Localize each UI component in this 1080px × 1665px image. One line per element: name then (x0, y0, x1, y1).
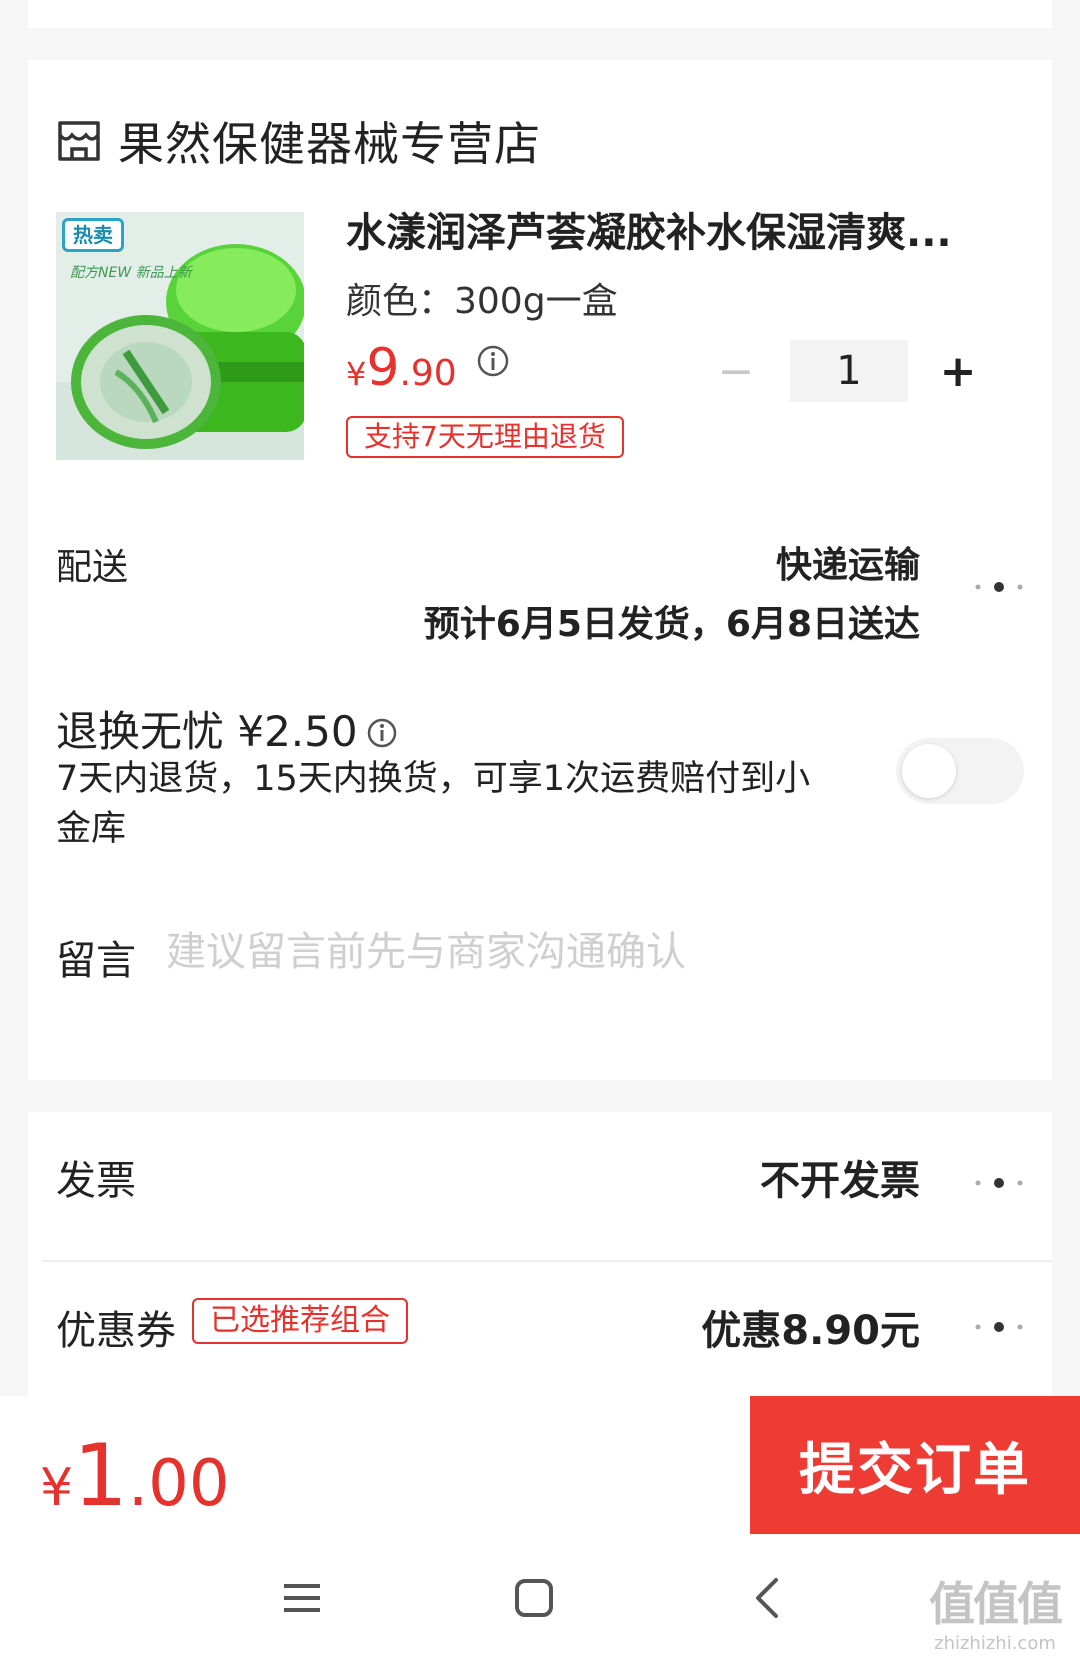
more-dots-icon[interactable] (974, 1176, 1024, 1190)
divider (42, 1260, 1052, 1262)
coupon-value[interactable]: 优惠8.90元 (701, 1298, 920, 1356)
price-integer: 9 (366, 338, 400, 398)
order-card: 果然保健器械专营店 热卖 配方NEW 新品上新 水漾润泽芦荟凝胶补水保湿清爽..… (28, 60, 1052, 1080)
total-integer: 1 (73, 1426, 128, 1526)
price-decimal: .90 (399, 353, 457, 394)
return-insurance-label: 退换无忧 ¥2.50 (56, 707, 358, 756)
total-price: ¥ 1 .00 (40, 1426, 230, 1526)
more-dots-icon[interactable] (974, 1320, 1024, 1334)
message-input[interactable] (166, 922, 966, 982)
invoice-value[interactable]: 不开发票 (760, 1148, 920, 1206)
product-image[interactable]: 热卖 配方NEW 新品上新 (56, 212, 304, 460)
invoice-label: 发票 (56, 1158, 136, 1204)
product-price: ¥ 9 .90 (346, 338, 457, 398)
previous-card-strip (28, 0, 1052, 28)
submit-order-button[interactable]: 提交订单 (750, 1396, 1080, 1534)
decrease-quantity-button[interactable]: − (708, 346, 764, 397)
product-title[interactable]: 水漾润泽芦荟凝胶补水保湿清爽... (346, 200, 1046, 258)
store-header[interactable]: 果然保健器械专营店 (56, 108, 541, 174)
delivery-label: 配送 (56, 547, 129, 588)
increase-quantity-button[interactable]: + (930, 346, 986, 397)
more-dots-icon[interactable] (974, 580, 1024, 594)
hot-sale-tag: 热卖 (62, 218, 124, 252)
coupon-label: 优惠券 (56, 1308, 176, 1354)
price-currency: ¥ (346, 355, 367, 393)
quantity-stepper: − 1 + (708, 340, 986, 402)
coupon-selected-badge: 已选推荐组合 (192, 1298, 408, 1344)
invoice-coupon-card: 发票 不开发票 优惠券 已选推荐组合 优惠8.90元 (28, 1112, 1052, 1412)
price-info-icon[interactable] (476, 344, 510, 378)
return-insurance-description: 7天内退货，15天内换货，可享1次运费赔付到小金库 (56, 759, 811, 849)
store-icon (58, 121, 100, 161)
return-policy-badge: 支持7天无理由退货 (346, 416, 624, 458)
return-insurance-title: 退换无忧 ¥2.50 (56, 698, 398, 759)
checkout-bar: ¥ 1 .00 提交订单 (0, 1396, 1080, 1536)
new-formula-note: 配方NEW 新品上新 (70, 265, 192, 281)
watermark: 值值值 zhizhizhi.com (920, 1576, 1070, 1661)
home-icon[interactable] (512, 1576, 556, 1620)
back-icon[interactable] (748, 1576, 788, 1620)
delivery-eta[interactable]: 预计6月5日发货，6月8日送达 (424, 595, 920, 647)
store-name: 果然保健器械专营店 (118, 117, 541, 171)
insurance-info-icon[interactable] (366, 717, 398, 749)
toggle-knob (902, 744, 956, 798)
watermark-url: zhizhizhi.com (934, 1633, 1056, 1654)
delivery-method[interactable]: 快递运输 (776, 536, 920, 588)
recent-apps-icon[interactable] (280, 1576, 324, 1620)
message-label: 留言 (56, 938, 136, 984)
return-insurance-toggle[interactable] (896, 738, 1024, 804)
watermark-logo: 值值值 (929, 1577, 1063, 1631)
product-spec[interactable]: 颜色：300g一盒 (346, 272, 618, 324)
total-decimal: .00 (127, 1447, 230, 1521)
quantity-field[interactable]: 1 (790, 340, 908, 402)
total-currency: ¥ (40, 1458, 74, 1518)
system-nav-bar: 值值值 zhizhizhi.com (0, 1536, 1080, 1665)
